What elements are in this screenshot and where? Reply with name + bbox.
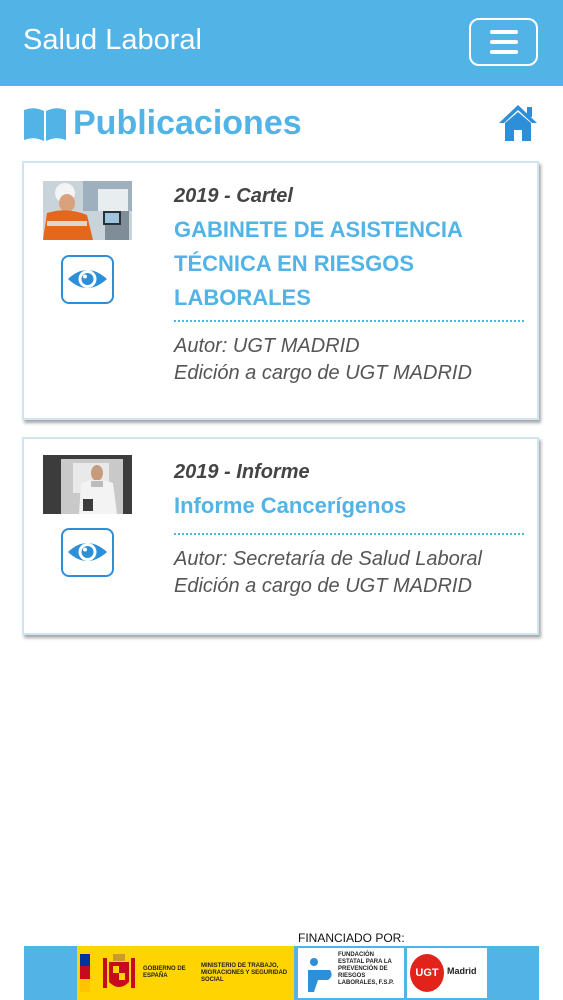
- fundacion-logo: FUNDACIÓN ESTATAL PARA LA PREVENCIÓN DE …: [298, 948, 404, 998]
- view-publication-button[interactable]: [61, 255, 114, 304]
- ugt-region-text: Madrid: [447, 966, 477, 976]
- ministry-text: MINISTERIO DE TRABAJO, MIGRACIONES Y SEG…: [201, 963, 288, 983]
- fundacion-p-icon: [308, 958, 332, 992]
- gobierno-logo: GOBIERNO DE ESPAÑA MINISTERIO DE TRABAJO…: [77, 946, 294, 1000]
- publication-author: Autor: UGT MADRID: [174, 335, 360, 357]
- publication-edition: Edición a cargo de UGT MADRID: [174, 575, 472, 597]
- card-divider: [174, 533, 524, 535]
- section-header: Publicaciones: [22, 100, 542, 150]
- eye-icon: [68, 270, 107, 288]
- publication-card: 2019 - Cartel GABINETE DE ASISTENCIA TÉC…: [22, 161, 539, 420]
- publication-title-line: Informe Cancerígenos: [174, 493, 407, 518]
- publication-title-line: TÉCNICA EN RIESGOS: [174, 251, 414, 276]
- publication-edition: Edición a cargo de UGT MADRID: [174, 362, 472, 384]
- doctor-with-xray-photo: [43, 455, 132, 514]
- financed-by-label: FINANCIADO POR:: [298, 931, 405, 945]
- section-title: Publicaciones: [73, 104, 302, 142]
- eye-icon: [68, 543, 107, 561]
- publication-card: 2019 - Informe Informe Cancerígenos Auto…: [22, 437, 539, 635]
- sponsors-footer: GOBIERNO DE ESPAÑA MINISTERIO DE TRABAJO…: [24, 946, 539, 1000]
- eu-flag-icon: [80, 954, 90, 992]
- publication-title[interactable]: GABINETE DE ASISTENCIA TÉCNICA EN RIESGO…: [174, 213, 504, 315]
- ugt-madrid-logo: UGT Madrid: [407, 948, 487, 998]
- app-title: Salud Laboral: [23, 24, 202, 56]
- worker-with-tablet-photo: [43, 181, 132, 240]
- card-divider: [174, 320, 524, 322]
- publication-meta: 2019 - Cartel: [174, 185, 293, 207]
- book-icon: [24, 108, 66, 141]
- fundacion-text: FUNDACIÓN ESTATAL PARA LA PREVENCIÓN DE …: [338, 952, 394, 986]
- menu-button[interactable]: [469, 18, 538, 66]
- ugt-logo-icon: UGT: [410, 954, 444, 992]
- publication-title[interactable]: Informe Cancerígenos: [174, 489, 524, 523]
- publication-title-line: GABINETE DE ASISTENCIA: [174, 217, 463, 242]
- coat-of-arms-icon: [103, 954, 135, 988]
- publication-title-line: LABORALES: [174, 285, 311, 310]
- view-publication-button[interactable]: [61, 528, 114, 577]
- home-icon[interactable]: [497, 103, 539, 143]
- publication-author: Autor: Secretaría de Salud Laboral: [174, 548, 482, 570]
- gobierno-text: GOBIERNO DE ESPAÑA: [143, 966, 186, 979]
- app-header: Salud Laboral: [0, 0, 563, 86]
- publication-meta: 2019 - Informe: [174, 461, 310, 483]
